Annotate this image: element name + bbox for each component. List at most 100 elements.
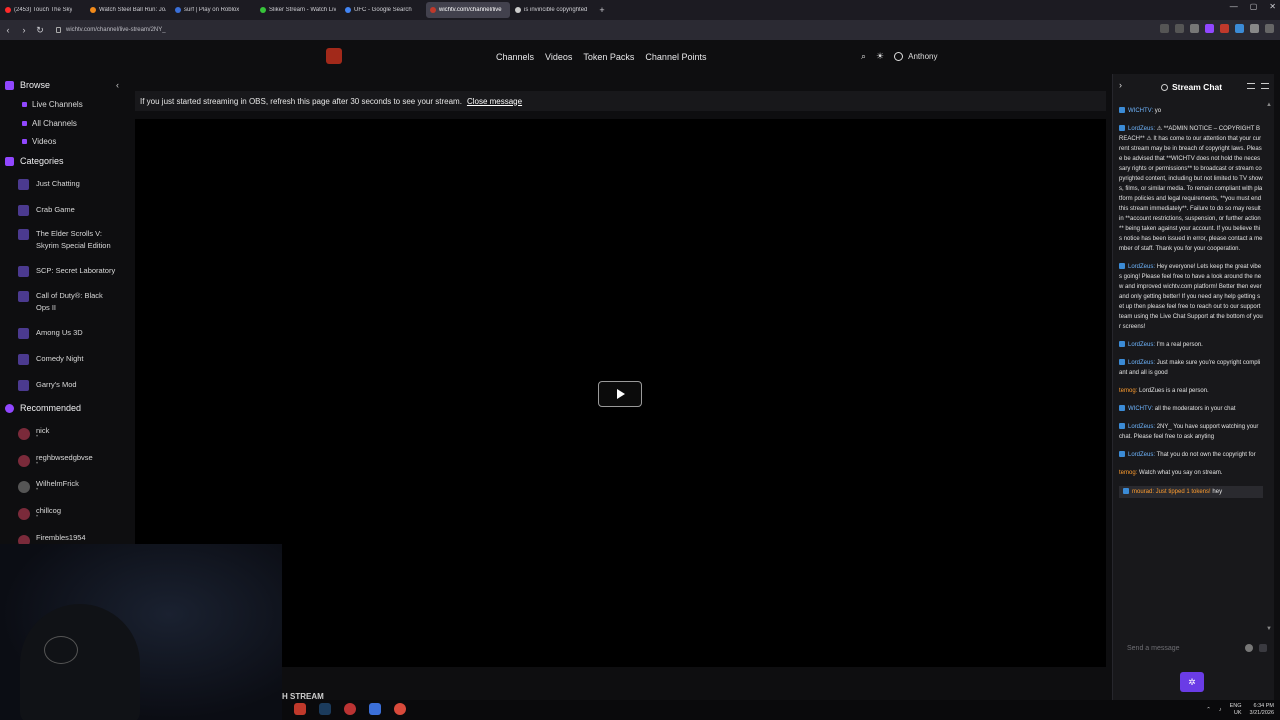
address-bar[interactable]: wichtv.com/channel/live-stream/2NY_ — [56, 23, 1016, 37]
recommended-channel[interactable]: WilhelmFrick • — [18, 479, 79, 493]
taskbar-app-icon[interactable] — [369, 703, 381, 715]
taskbar-app-icon[interactable] — [344, 703, 356, 715]
category-item[interactable]: Comedy Night — [18, 353, 84, 365]
list-icon[interactable] — [1261, 83, 1269, 89]
chat-input[interactable]: Send a message — [1119, 640, 1269, 656]
channel-name: WilhelmFrick — [36, 479, 79, 488]
chat-text: yo — [1154, 108, 1162, 114]
browser-tab[interactable]: is invincible copyrighted — [511, 2, 595, 18]
chat-username[interactable]: LordZeus: — [1128, 452, 1155, 458]
minimize-icon[interactable]: — — [1230, 2, 1238, 11]
category-item[interactable]: Garry's Mod — [18, 379, 77, 391]
play-button[interactable] — [598, 381, 642, 407]
extension-icon[interactable] — [1190, 24, 1199, 33]
extension-icon[interactable] — [1220, 24, 1229, 33]
sidebar: Browse ‹ Live Channels All Channels Vide… — [0, 74, 128, 547]
category-label: Garry's Mod — [36, 380, 77, 389]
nav-videos[interactable]: Videos — [545, 52, 572, 62]
system-tray: ⌃ ♪ ENG UK 6:34 PM 3/21/2026 — [1206, 703, 1274, 717]
extensions-area — [1160, 24, 1274, 33]
category-icon — [18, 328, 29, 339]
search-icon[interactable]: ⌕ — [861, 51, 866, 62]
recommended-channel[interactable]: nick • — [18, 426, 49, 440]
collapse-chat-icon[interactable]: › — [1119, 80, 1122, 90]
os-taskbar: ⌃ ♪ ENG UK 6:34 PM 3/21/2026 — [282, 700, 1280, 720]
chat-username[interactable]: LordZeus: — [1128, 126, 1155, 132]
browser-tab[interactable]: surf | Play on Roblox — [171, 2, 255, 18]
extension-icon[interactable] — [1175, 24, 1184, 33]
recommended-channel[interactable]: chillcog • — [18, 506, 61, 520]
nav-channels[interactable]: Channels — [496, 52, 534, 62]
mod-badge-icon — [1119, 125, 1125, 131]
category-item[interactable]: Call of Duty®: Black Ops II — [18, 290, 118, 314]
speaker-icon[interactable]: ♪ — [1219, 707, 1222, 713]
browser-tab[interactable]: UFC - Google Search — [341, 2, 425, 18]
nav-token-packs[interactable]: Token Packs — [583, 52, 634, 62]
browser-tab[interactable]: Watch Steel Ball Run: JoJo — [86, 2, 170, 18]
new-tab-button[interactable]: + — [595, 5, 609, 15]
reload-icon[interactable]: ↻ — [32, 25, 48, 36]
category-icon — [18, 354, 29, 365]
channel-name: reghbwsedgbvse — [36, 453, 93, 462]
collapse-sidebar-icon[interactable]: ‹ — [116, 80, 119, 90]
clock[interactable]: 6:34 PM 3/21/2026 — [1250, 703, 1274, 717]
chat-username[interactable]: WICHTV: — [1128, 108, 1153, 114]
browser-tab[interactable]: (2453) Touch The Sky — [1, 2, 85, 18]
back-icon[interactable]: ‹ — [0, 25, 16, 35]
close-message-link[interactable]: Close message — [467, 97, 522, 106]
close-icon[interactable]: ✕ — [1269, 2, 1276, 11]
sidebar-item-live-channels[interactable]: Live Channels — [22, 100, 83, 109]
nav-channel-points[interactable]: Channel Points — [645, 52, 706, 62]
forward-icon[interactable]: › — [16, 25, 32, 35]
extension-icon[interactable] — [1160, 24, 1169, 33]
language-indicator[interactable]: ENG UK — [1230, 703, 1242, 717]
emoji-icon[interactable] — [1245, 644, 1253, 652]
settings-icon: ✲ — [1188, 676, 1196, 687]
chat-username[interactable]: temog: — [1119, 470, 1137, 476]
site-logo[interactable] — [326, 48, 342, 64]
taskbar-app-icon[interactable] — [319, 703, 331, 715]
extension-icon[interactable] — [1250, 24, 1259, 33]
browser-tab[interactable]: Sliker Stream - Watch Liv — [256, 2, 340, 18]
extension-icon[interactable] — [1205, 24, 1214, 33]
chat-username[interactable]: LordZeus: — [1128, 424, 1155, 430]
chat-username[interactable]: LordZeus: — [1128, 342, 1155, 348]
category-item[interactable]: SCP: Secret Laboratory — [18, 265, 115, 277]
clock-time: 6:34 PM — [1253, 703, 1274, 709]
scroll-down-icon[interactable]: ▼ — [1266, 626, 1272, 632]
user-menu[interactable]: Anthony — [894, 52, 937, 61]
category-item[interactable]: Crab Game — [18, 204, 75, 216]
chat-username[interactable]: WICHTV: — [1128, 406, 1153, 412]
chat-username[interactable]: LordZeus: — [1128, 360, 1155, 366]
popout-icon[interactable] — [1247, 83, 1255, 89]
chat-message: LordZeus: I'm a real person. — [1119, 340, 1263, 350]
send-icon[interactable] — [1259, 644, 1267, 652]
chat-username[interactable]: LordZeus: — [1128, 264, 1155, 270]
category-item[interactable]: Just Chatting — [18, 178, 80, 190]
gear-icon[interactable] — [1161, 83, 1168, 91]
menu-icon[interactable] — [1265, 24, 1274, 33]
maximize-icon[interactable]: ▢ — [1250, 2, 1258, 11]
scroll-up-icon[interactable]: ▲ — [1266, 102, 1272, 108]
theme-toggle-icon[interactable]: ☀ — [876, 51, 884, 62]
extension-icon[interactable] — [1235, 24, 1244, 33]
play-icon — [617, 389, 625, 399]
chat-settings-button[interactable]: ✲ — [1180, 672, 1204, 692]
browser-tab-active[interactable]: wichtv.com/channel/live — [426, 2, 510, 18]
chat-message: WICHTV: all the moderators in your chat — [1119, 404, 1263, 414]
tip-text: hey — [1212, 489, 1223, 495]
taskbar-app-icon[interactable] — [294, 703, 306, 715]
tip-username[interactable]: mourad: Just tipped 1 tokens! — [1132, 489, 1211, 495]
category-item[interactable]: Among Us 3D — [18, 327, 83, 339]
user-icon — [894, 52, 904, 61]
taskbar-app-icon[interactable] — [394, 703, 406, 715]
category-label: Comedy Night — [36, 354, 84, 363]
sidebar-item-videos[interactable]: Videos — [22, 137, 56, 146]
category-item[interactable]: The Elder Scrolls V: Skyrim Special Edit… — [18, 228, 122, 252]
chat-username[interactable]: temog: — [1119, 388, 1137, 394]
recommended-channel[interactable]: reghbwsedgbvse • — [18, 453, 93, 467]
sidebar-item-all-channels[interactable]: All Channels — [22, 119, 77, 128]
category-label: SCP: Secret Laboratory — [36, 266, 116, 275]
tray-chevron-icon[interactable]: ⌃ — [1206, 707, 1211, 713]
chat-text: Watch what you say on stream. — [1139, 470, 1223, 476]
